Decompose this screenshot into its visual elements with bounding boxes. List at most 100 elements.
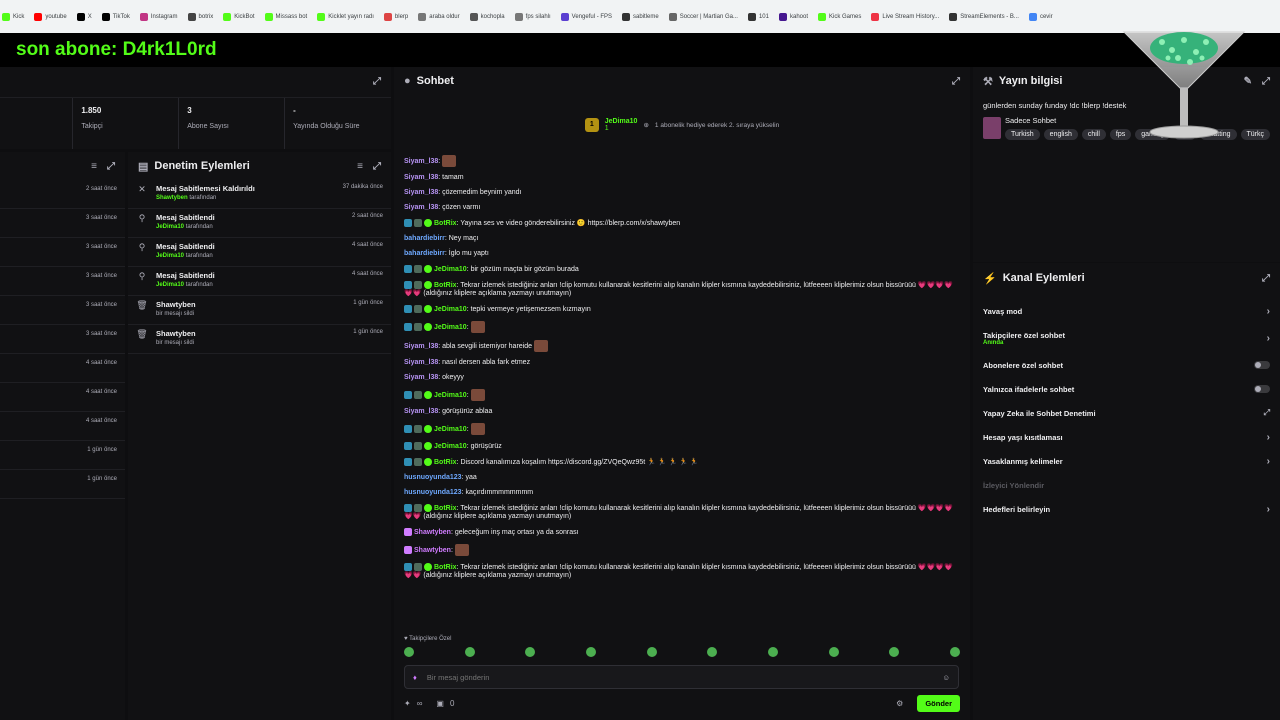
bookmark-item[interactable]: Kicklet yayın radı [317,12,374,21]
modlog-row[interactable]: ⚲ Mesaj Sabitlendi JeDima10 tarafından 2… [128,209,391,238]
modlog-row[interactable]: ⚲ Mesaj Sabitlendi JeDima10 tarafından 4… [128,238,391,267]
emote-button-icon[interactable] [464,647,475,657]
gift-box-icon[interactable]: ▣ [436,699,444,708]
stream-tag[interactable]: Turkish [1004,129,1040,140]
chat-username[interactable]: JeDima10 [434,443,467,450]
toggle-switch[interactable] [1254,385,1270,393]
activity-row[interactable]: 4 saat önce [0,354,125,383]
emote-button-icon[interactable] [889,647,900,657]
popout-icon[interactable]: ⤢ [952,76,960,87]
bookmark-item[interactable]: TikTok [101,12,130,21]
modlog-row[interactable]: 🗑 Shawtyben bir mesajı sildi 1 gün önce [128,325,391,354]
modlog-row[interactable]: 🗑 Shawtyben bir mesajı sildi 1 gün önce [128,296,391,325]
chat-username[interactable]: Shawtyben [414,547,451,554]
send-button[interactable]: Gönder [917,694,960,712]
chat-username[interactable]: Siyam_l38 [404,189,438,196]
chat-username[interactable]: BotRix [434,459,457,466]
activity-row[interactable]: 1 gün önce [0,441,125,470]
activity-row[interactable]: 4 saat önce [0,412,125,441]
channel-action-row[interactable]: Yapay Zeka ile Sohbet Denetimi ⤢ [973,401,1280,425]
bookmark-item[interactable]: cevir [1028,12,1053,21]
bookmark-item[interactable]: Instagram [139,12,178,21]
chat-username[interactable]: Shawtyben [414,529,451,536]
gift-leaderboard-banner[interactable]: 1 JeDima10 1 ⊕ 1 abonelik hediye ederek 2… [394,95,970,155]
filter-icon[interactable]: ≡ [91,161,97,172]
toggle-switch[interactable] [1254,361,1270,369]
chat-message-input[interactable] [426,672,943,682]
chat-username[interactable]: bahardiebirr [404,250,445,257]
bookmark-item[interactable]: kahoot [778,12,808,21]
points-icon[interactable]: ✦ [404,699,411,708]
activity-row[interactable]: 2 saat önce [0,180,125,209]
activity-row[interactable]: 1 gün önce [0,470,125,499]
activity-row[interactable]: 3 saat önce [0,209,125,238]
emote-button-icon[interactable] [767,647,778,657]
bookmark-item[interactable]: kochopla [469,12,505,21]
chat-username[interactable]: Siyam_l38 [404,408,438,415]
chat-username[interactable]: Siyam_l38 [404,374,438,381]
bookmark-item[interactable]: Kick [2,12,24,21]
emote-button-icon[interactable] [707,647,718,657]
emote-button-icon[interactable] [525,647,536,657]
bookmark-item[interactable]: fps silahlı [514,12,551,21]
chat-username[interactable]: JeDima10 [434,266,467,273]
bookmark-item[interactable]: StreamElements - B... [949,12,1019,21]
bookmark-item[interactable]: KickBot [223,12,255,21]
chat-username[interactable]: husnuoyunda123 [404,489,462,496]
chat-username[interactable]: BotRix [434,220,457,227]
emote-button-icon[interactable] [585,647,596,657]
bookmark-item[interactable]: youtube [34,12,67,21]
bookmark-item[interactable]: Kick Games [818,12,861,21]
activity-row[interactable]: 3 saat önce [0,238,125,267]
emote-button-icon[interactable] [828,647,839,657]
modlog-row[interactable]: ⚲ Mesaj Sabitlendi JeDima10 tarafından 4… [128,267,391,296]
stream-tag[interactable]: english [1043,129,1078,140]
chat-username[interactable]: JeDima10 [434,306,467,313]
channel-action-row[interactable]: Yasaklanmış kelimeler › [973,449,1280,473]
bookmark-item[interactable]: 101 [747,12,769,21]
bookmark-item[interactable]: Live Stream History... [871,12,939,21]
channel-action-row[interactable]: Hesap yaşı kısıtlaması › [973,425,1280,449]
channel-action-row[interactable]: Takipçilere özel sohbet Anında › [973,323,1280,353]
chat-username[interactable]: Siyam_l38 [404,174,438,181]
modlog-row[interactable]: ✕ Mesaj Sabitlemesi Kaldırıldı Shawtyben… [128,180,391,209]
bookmark-item[interactable]: botrix [187,12,213,21]
chat-username[interactable]: JeDima10 [434,426,467,433]
bookmark-item[interactable]: Soccer | Martian Ga... [668,12,738,21]
bookmark-item[interactable]: Missass bot [264,12,307,21]
mic-icon[interactable]: ♦ [413,673,417,682]
popout-icon[interactable]: ⤢ [1262,273,1270,284]
chat-username[interactable]: JeDima10 [434,392,467,399]
channel-action-row[interactable]: Abonelere özel sohbet [973,353,1280,377]
chat-username[interactable]: BotRix [434,505,457,512]
channel-action-row[interactable]: Yalnızca ifadelerle sohbet [973,377,1280,401]
chat-username[interactable]: Siyam_l38 [404,359,438,366]
chat-username[interactable]: BotRix [434,282,457,289]
bookmark-item[interactable]: araba oldur [418,12,460,21]
bookmark-item[interactable]: Vengeful - FPS [560,12,612,21]
settings-gear-icon[interactable]: ⚙ [896,699,903,708]
emote-button-icon[interactable] [949,647,960,657]
chat-username[interactable]: JeDima10 [434,324,467,331]
activity-row[interactable]: 3 saat önce [0,296,125,325]
activity-row[interactable]: 3 saat önce [0,267,125,296]
bookmark-item[interactable]: X [76,12,92,21]
popout-icon[interactable]: ⤢ [373,161,381,172]
activity-row[interactable]: 3 saat önce [0,325,125,354]
filter-icon[interactable]: ≡ [357,161,363,172]
stream-tag[interactable]: chill [1081,129,1106,140]
bookmark-item[interactable]: sabitleme [622,12,659,21]
emoji-icon[interactable]: ☺ [942,673,950,682]
chat-username[interactable]: BotRix [434,564,457,571]
chat-username[interactable]: Siyam_l38 [404,158,438,165]
channel-action-row[interactable]: Yavaş mod › [973,299,1280,323]
activity-row[interactable]: 4 saat önce [0,383,125,412]
popout-icon[interactable]: ⤢ [1262,76,1270,87]
chat-username[interactable]: husnuoyunda123 [404,474,462,481]
popout-icon[interactable]: ⤢ [107,161,115,172]
emote-button-icon[interactable] [646,647,657,657]
emote-button-icon[interactable] [404,647,414,657]
channel-action-row[interactable]: Hedefleri belirleyin › [973,497,1280,521]
chat-username[interactable]: Siyam_l38 [404,343,438,350]
chat-username[interactable]: Siyam_l38 [404,204,438,211]
